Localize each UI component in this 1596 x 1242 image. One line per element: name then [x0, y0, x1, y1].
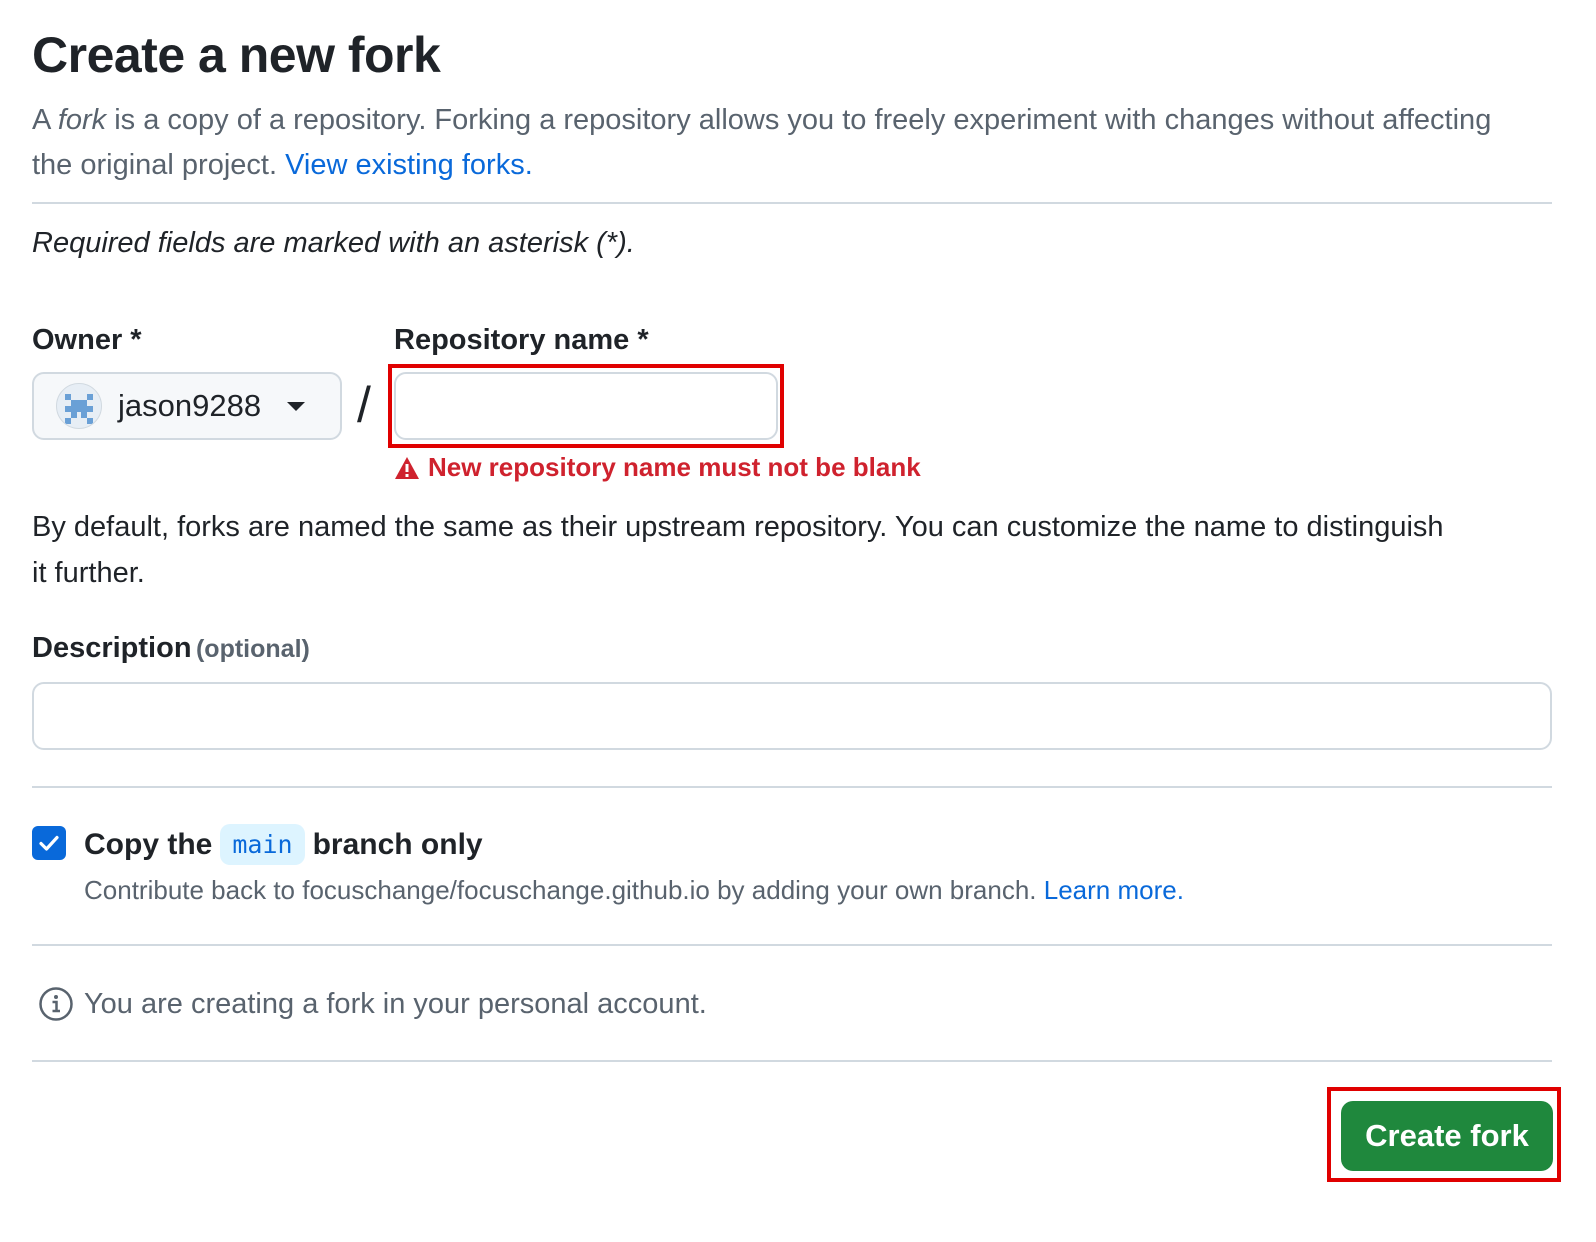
divider: [32, 786, 1552, 788]
intro-rest: is a copy of a repository. Forking a rep…: [32, 104, 1492, 181]
intro-fork-word: fork: [57, 104, 107, 136]
required-note: Required fields are marked with an aster…: [32, 227, 635, 259]
divider: [32, 1060, 1552, 1062]
repository-name-error: New repository name must not be blank: [394, 452, 921, 483]
check-icon: [39, 835, 59, 851]
owner-name: jason9288: [118, 388, 262, 423]
owner-select[interactable]: jason9288: [32, 372, 342, 440]
description-label: Description: [32, 632, 192, 664]
copy-branch-label-suffix: branch only: [312, 827, 483, 861]
owner-repo-separator: /: [357, 377, 371, 433]
copy-branch-label-prefix: Copy the: [84, 827, 213, 861]
copy-branch-description-text: Contribute back to focuschange/focuschan…: [84, 875, 1044, 905]
learn-more-link[interactable]: Learn more.: [1044, 875, 1184, 905]
page-title: Create a new fork: [32, 27, 441, 83]
description-label-row: Description (optional): [32, 632, 310, 665]
repository-name-help: By default, forks are named the same as …: [32, 511, 1444, 589]
branch-name-chip: main: [220, 824, 305, 865]
intro-text: A fork is a copy of a repository. Forkin…: [32, 98, 1532, 188]
personal-account-notice: You are creating a fork in your personal…: [38, 986, 707, 1022]
divider: [32, 944, 1552, 946]
create-fork-button[interactable]: Create fork: [1341, 1101, 1553, 1171]
repository-name-input[interactable]: [394, 372, 778, 440]
identicon-icon: [57, 384, 101, 428]
description-input[interactable]: [32, 682, 1552, 750]
divider: [32, 202, 1552, 204]
copy-branch-label[interactable]: Copy the main branch only: [84, 824, 483, 865]
copy-main-branch-checkbox[interactable]: [32, 826, 66, 860]
info-icon: [39, 987, 73, 1021]
description-optional: (optional): [195, 635, 310, 663]
create-fork-highlight: Create fork: [1327, 1087, 1561, 1182]
view-existing-forks-link[interactable]: View existing forks.: [285, 149, 533, 181]
personal-account-notice-text: You are creating a fork in your personal…: [84, 987, 707, 1020]
alert-icon: [395, 456, 419, 479]
chevron-down-icon: [287, 401, 306, 411]
intro-prefix: A: [32, 104, 58, 136]
copy-branch-description: Contribute back to focuschange/focuschan…: [84, 875, 1184, 906]
repository-name-label: Repository name *: [394, 324, 649, 356]
owner-label: Owner *: [32, 324, 142, 356]
avatar: [56, 383, 102, 429]
repository-name-error-text: New repository name must not be blank: [428, 452, 921, 482]
